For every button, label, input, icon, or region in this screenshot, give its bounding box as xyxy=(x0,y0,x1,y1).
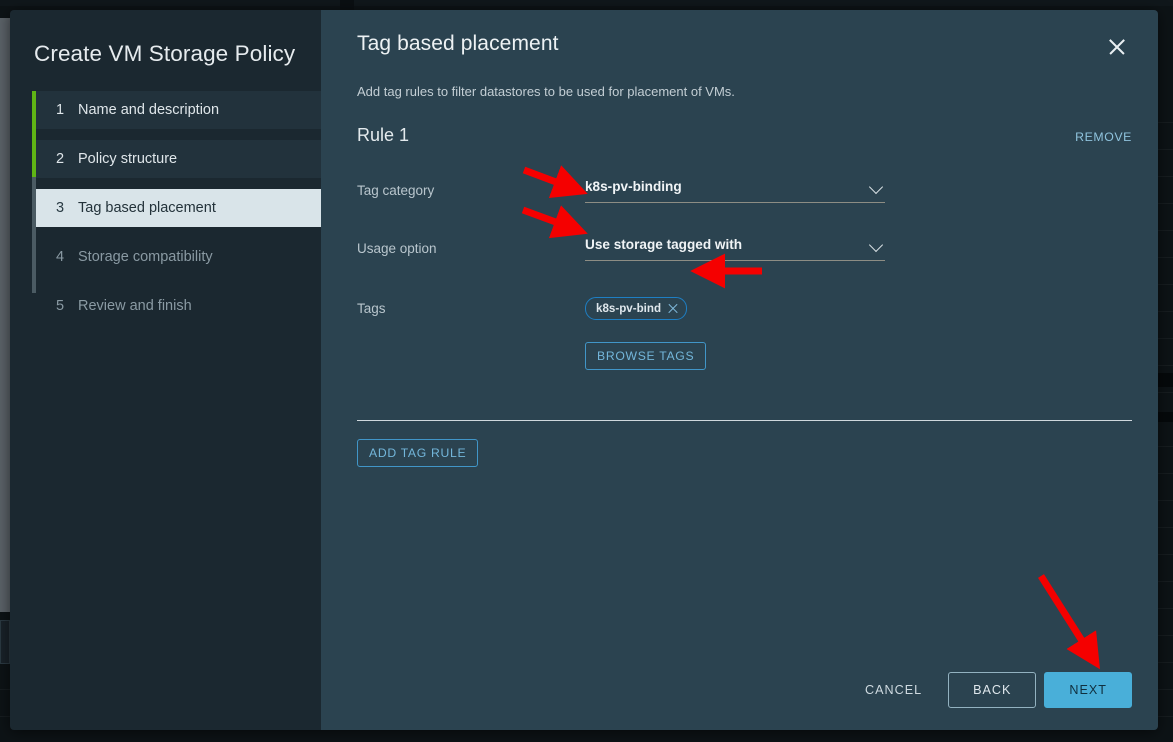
remove-rule-link[interactable]: REMOVE xyxy=(1075,130,1132,144)
step-label: Policy structure xyxy=(78,151,178,167)
tags-field: k8s-pv-bind xyxy=(585,296,1132,320)
wizard-sidebar: Create VM Storage Policy 1 Name and desc… xyxy=(10,10,321,730)
tags-row: Tags k8s-pv-bind xyxy=(357,288,1132,328)
tag-category-select[interactable]: k8s-pv-binding xyxy=(585,178,885,203)
wizard-content: Tag based placement Add tag rules to fil… xyxy=(321,10,1158,730)
page-title: Tag based placement xyxy=(357,32,559,55)
usage-option-select[interactable]: Use storage tagged with xyxy=(585,236,885,261)
step-number: 2 xyxy=(56,151,65,167)
usage-option-field: Use storage tagged with xyxy=(585,236,1132,261)
dialog-title: Create VM Storage Policy xyxy=(34,41,296,66)
usage-option-value: Use storage tagged with xyxy=(585,236,743,252)
browse-tags-button[interactable]: BROWSE TAGS xyxy=(585,342,707,370)
step-number: 5 xyxy=(56,298,65,314)
rule-header: Rule 1 REMOVE xyxy=(357,125,1132,146)
cancel-button[interactable]: CANCEL xyxy=(847,673,940,707)
sidebar-step-review-and-finish[interactable]: 5 Review and finish xyxy=(36,287,321,325)
background-left-panel xyxy=(0,620,10,664)
background-top-strip xyxy=(0,0,1173,6)
next-button[interactable]: NEXT xyxy=(1044,672,1132,708)
close-icon[interactable] xyxy=(666,302,679,315)
background-left-scrollbar[interactable] xyxy=(0,18,10,612)
sidebar-step-policy-structure[interactable]: 2 Policy structure xyxy=(36,140,321,178)
step-label: Storage compatibility xyxy=(78,249,213,265)
chevron-down-icon xyxy=(868,179,884,194)
usage-option-row: Usage option Use storage tagged with xyxy=(357,228,1132,268)
sidebar-step-storage-compatibility[interactable]: 4 Storage compatibility xyxy=(36,238,321,276)
sidebar-step-tag-based-placement[interactable]: 3 Tag based placement xyxy=(36,189,321,227)
step-label: Name and description xyxy=(78,102,220,118)
back-button[interactable]: BACK xyxy=(948,672,1037,708)
section-divider xyxy=(357,420,1132,421)
tag-chip-label: k8s-pv-bind xyxy=(596,301,662,315)
step-label: Review and finish xyxy=(78,298,192,314)
tag-category-value: k8s-pv-binding xyxy=(585,178,682,194)
tag-category-row: Tag category k8s-pv-binding xyxy=(357,170,1132,210)
step-label: Tag based placement xyxy=(78,200,216,216)
rule-form: Tag category k8s-pv-binding Usage option… xyxy=(357,170,1132,370)
screen-root: Create VM Storage Policy 1 Name and desc… xyxy=(0,0,1173,742)
content-header: Tag based placement xyxy=(357,10,1132,60)
dialog-footer: CANCEL BACK NEXT xyxy=(847,672,1132,708)
step-number: 4 xyxy=(56,249,65,265)
rule-title: Rule 1 xyxy=(357,125,410,145)
close-icon[interactable] xyxy=(1104,34,1130,60)
add-tag-rule-button[interactable]: ADD TAG RULE xyxy=(357,439,479,467)
usage-option-label: Usage option xyxy=(357,240,437,256)
tags-label: Tags xyxy=(357,300,386,316)
browse-tags-row: BROWSE TAGS xyxy=(357,342,1132,370)
tag-category-label: Tag category xyxy=(357,182,435,198)
wizard-steps: 1 Name and description 2 Policy structur… xyxy=(10,91,321,325)
step-number: 3 xyxy=(56,200,65,216)
tag-chip[interactable]: k8s-pv-bind xyxy=(585,296,688,320)
chevron-down-icon xyxy=(868,237,884,252)
page-subtitle: Add tag rules to filter datastores to be… xyxy=(357,84,735,99)
tag-category-field: k8s-pv-binding xyxy=(585,178,1132,203)
create-vm-storage-policy-dialog: Create VM Storage Policy 1 Name and desc… xyxy=(10,10,1158,730)
add-tag-rule-row: ADD TAG RULE xyxy=(357,439,1132,467)
sidebar-step-name-and-description[interactable]: 1 Name and description xyxy=(36,91,321,129)
step-number: 1 xyxy=(56,102,65,118)
